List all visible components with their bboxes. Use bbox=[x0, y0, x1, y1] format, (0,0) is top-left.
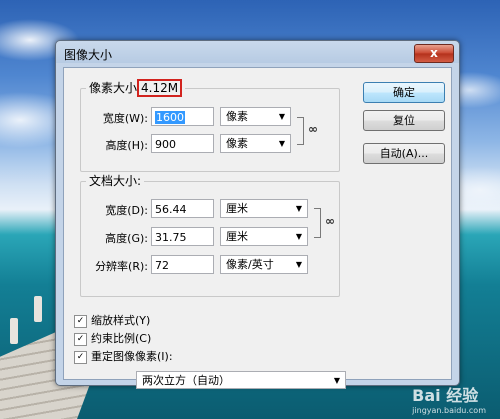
resample-checkbox[interactable]: ✓ 重定图像像素(I): bbox=[74, 350, 173, 364]
doc-height-input[interactable]: 31.75 bbox=[151, 227, 214, 246]
pixel-size-value: 4.12M bbox=[137, 79, 183, 97]
pier-post bbox=[34, 296, 42, 322]
pixel-width-label: 宽度(W): bbox=[102, 112, 148, 125]
pixel-height-label: 高度(H): bbox=[105, 139, 148, 152]
watermark-brand: Bai 经验 bbox=[412, 386, 479, 405]
constrain-proportions-checkbox[interactable]: ✓ 约束比例(C) bbox=[74, 332, 151, 346]
chevron-down-icon: ▼ bbox=[278, 139, 285, 148]
dialog-title: 图像大小 bbox=[64, 48, 113, 62]
scale-styles-checkbox[interactable]: ✓ 缩放样式(Y) bbox=[74, 314, 150, 328]
pixel-height-input[interactable]: 900 bbox=[151, 134, 214, 153]
doc-width-label: 宽度(D): bbox=[105, 204, 148, 217]
pixel-width-unit-select[interactable]: 像素 ▼ bbox=[220, 107, 291, 126]
watermark: Bai 经验 jingyan.baidu.com bbox=[412, 382, 486, 415]
resolution-label: 分辨率(R): bbox=[95, 260, 148, 273]
document-size-legend: 文档大小: bbox=[86, 172, 145, 189]
chevron-down-icon: ▼ bbox=[278, 112, 285, 121]
pixel-width-input[interactable]: 1600 bbox=[151, 107, 214, 126]
chevron-down-icon: ▼ bbox=[295, 204, 302, 213]
doc-height-unit-select[interactable]: 厘米 ▼ bbox=[220, 227, 308, 246]
pixel-dimensions-legend: 像素大小 4.12M bbox=[86, 79, 186, 97]
checkbox-checked-icon: ✓ bbox=[74, 332, 87, 346]
chevron-down-icon: ▼ bbox=[295, 260, 302, 269]
watermark-url: jingyan.baidu.com bbox=[412, 406, 486, 415]
link-bracket bbox=[297, 117, 304, 145]
doc-height-label: 高度(G): bbox=[105, 232, 148, 245]
image-size-dialog: 图像大小 x 像素大小 4.12M 宽度(W): 1600 像素 ▼ 高度(H): … bbox=[55, 40, 460, 389]
chain-link-icon: ∞ bbox=[325, 214, 335, 228]
chevron-down-icon: ▼ bbox=[333, 376, 340, 385]
dialog-content: 像素大小 4.12M 宽度(W): 1600 像素 ▼ 高度(H): 900 像素 ▼… bbox=[63, 67, 452, 389]
doc-width-input[interactable]: 56.44 bbox=[151, 199, 214, 218]
pixel-height-unit-select[interactable]: 像素 ▼ bbox=[220, 134, 291, 153]
resample-method-select[interactable]: 两次立方（自动） ▼ bbox=[136, 371, 346, 389]
title-bar[interactable]: 图像大小 x bbox=[56, 41, 459, 65]
link-bracket bbox=[314, 208, 321, 238]
pixel-dimensions-label: 像素大小 bbox=[89, 81, 138, 95]
resolution-unit-select[interactable]: 像素/英寸 ▼ bbox=[220, 255, 308, 274]
auto-button[interactable]: 自动(A)... bbox=[363, 143, 445, 164]
reset-button[interactable]: 复位 bbox=[363, 110, 445, 131]
ok-button[interactable]: 确定 bbox=[363, 82, 445, 103]
checkbox-checked-icon: ✓ bbox=[74, 314, 87, 328]
chain-link-icon: ∞ bbox=[308, 122, 318, 136]
chevron-down-icon: ▼ bbox=[295, 232, 302, 241]
pier-post bbox=[10, 318, 18, 344]
close-button[interactable]: x bbox=[414, 44, 454, 63]
checkbox-checked-icon: ✓ bbox=[74, 350, 87, 364]
resolution-input[interactable]: 72 bbox=[151, 255, 214, 274]
doc-width-unit-select[interactable]: 厘米 ▼ bbox=[220, 199, 308, 218]
